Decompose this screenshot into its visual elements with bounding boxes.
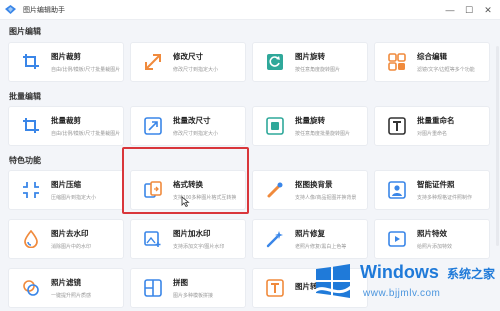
tool-card-rotate[interactable]: 图片旋转按任意角度旋转图片 [252,42,368,82]
section-title-batch: 批量编辑 [9,92,41,101]
tool-title: 批量改尺寸 [173,116,211,125]
site-watermark: Windows 系统之家 www.bjjmlv.com [313,257,499,309]
drop-icon [19,227,43,251]
convert-icon [141,178,165,202]
tool-desc: 支持添加文字/图片水印 [173,244,225,250]
tool-card-photo-filter[interactable]: 照片滤镜一键提升照片质感 [8,268,124,308]
tool-desc: 图片多种模板拼接 [173,293,214,299]
tool-title: 图片去水印 [51,229,89,238]
minimize-button[interactable]: — [442,2,458,18]
section-title-special: 特色功能 [9,156,41,165]
tool-title: 照片滤镜 [51,278,81,287]
tool-card-crop[interactable]: 图片裁剪自由/比例/模板/尺寸批量裁图片 [8,42,124,82]
text-icon [385,114,409,138]
mouse-cursor-icon [181,196,190,207]
tool-card-id-photo[interactable]: 智能证件照支持多种规格证件照制作 [374,170,490,210]
tool-title: 图片旋转 [295,52,325,61]
tool-card-batch-crop[interactable]: 批量裁剪自由/比例/模板/尺寸批量裁图片 [8,106,124,146]
tool-desc: 按任意角度批量旋转图片 [295,131,351,137]
title-bar: 图片编辑助手 — ☐ ✕ [0,0,500,20]
tool-title: 批量重命名 [417,116,455,125]
app-logo-icon [5,5,16,14]
compress-icon [19,178,43,202]
window-title: 图片编辑助手 [23,6,65,14]
tool-card-comprehensive[interactable]: 综合编辑滤镜/文字/边框等多个功能 [374,42,490,82]
tool-desc: 老照片修复/黑白上色等 [295,244,347,250]
crop-icon [19,114,43,138]
watermark-brand: Windows [360,262,439,282]
doc-t-icon [263,276,287,300]
tool-card-photo-effects[interactable]: 照片特效给照片添加特效 [374,219,490,259]
maximize-button[interactable]: ☐ [461,2,477,18]
tool-card-add-watermark[interactable]: 图片加水印支持添加文字/图片水印 [130,219,246,259]
tool-card-remove-watermark[interactable]: 图片去水印消除图片中的水印 [8,219,124,259]
resize-icon [141,50,165,74]
grid-icon [385,50,409,74]
tool-title: 批量裁剪 [51,116,81,125]
tool-title: 修改尺寸 [173,52,203,61]
tool-title: 图片压缩 [51,180,81,189]
tool-desc: 修改尺寸到指定大小 [173,67,219,73]
tool-title: 批量旋转 [295,116,325,125]
tool-card-resize[interactable]: 修改尺寸修改尺寸到指定大小 [130,42,246,82]
tool-title: 图片加水印 [173,229,211,238]
puzzle-icon [141,276,165,300]
watermark-url: www.bjjmlv.com [363,288,441,299]
filter-icon [19,276,43,300]
close-button[interactable]: ✕ [480,2,496,18]
tool-title: 格式转换 [173,180,203,189]
section-title-edit: 图片编辑 [9,27,41,36]
id-photo-icon [385,178,409,202]
tool-desc: 自由/比例/模板/尺寸批量裁图片 [51,131,121,137]
tool-title: 综合编辑 [417,52,447,61]
rotate-icon [263,114,287,138]
film-icon [385,227,409,251]
rotate-icon [263,50,287,74]
wand-icon [263,178,287,202]
windows-logo-icon [314,264,352,298]
tool-card-batch-resize[interactable]: 批量改尺寸修改尺寸到指定大小 [130,106,246,146]
tool-desc: 按任意角度旋转图片 [295,67,341,73]
tool-desc: 自由/比例/模板/尺寸批量裁图片 [51,67,121,73]
image-plus-icon [141,227,165,251]
tool-desc: 滤镜/文字/边框等多个功能 [417,67,475,73]
tool-desc: 消除图片中的水印 [51,244,92,250]
tool-title: 拼图 [173,278,188,287]
tool-desc: 一键提升照片质感 [51,293,92,299]
magic-icon [263,227,287,251]
tool-card-batch-rotate[interactable]: 批量旋转按任意角度批量旋转图片 [252,106,368,146]
tool-desc: 支持人像/商品抠图并换背景 [295,195,357,201]
scrollbar[interactable] [496,46,499,246]
tool-card-batch-rename[interactable]: 批量重命名对图片重命名 [374,106,490,146]
resize-icon [141,114,165,138]
tool-desc: 压缩图片到指定大小 [51,195,97,201]
tool-title: 照片修复 [295,229,325,238]
tool-desc: 修改尺寸到指定大小 [173,131,219,137]
tool-desc: 对图片重命名 [417,131,448,137]
tool-card-compress[interactable]: 图片压缩压缩图片到指定大小 [8,170,124,210]
tool-title: 抠图换背景 [295,180,333,189]
tool-title: 智能证件照 [417,180,455,189]
tool-card-photo-repair[interactable]: 照片修复老照片修复/黑白上色等 [252,219,368,259]
tool-card-cutout[interactable]: 抠图换背景支持人像/商品抠图并换背景 [252,170,368,210]
tool-title: 图片裁剪 [51,52,81,61]
watermark-site-name: 系统之家 [447,267,496,281]
crop-icon [19,50,43,74]
tool-desc: 给照片添加特效 [417,244,453,250]
tool-desc: 支持多种规格证件照制作 [417,195,473,201]
tool-title: 照片特效 [417,229,447,238]
tool-card-collage[interactable]: 拼图图片多种模板拼接 [130,268,246,308]
